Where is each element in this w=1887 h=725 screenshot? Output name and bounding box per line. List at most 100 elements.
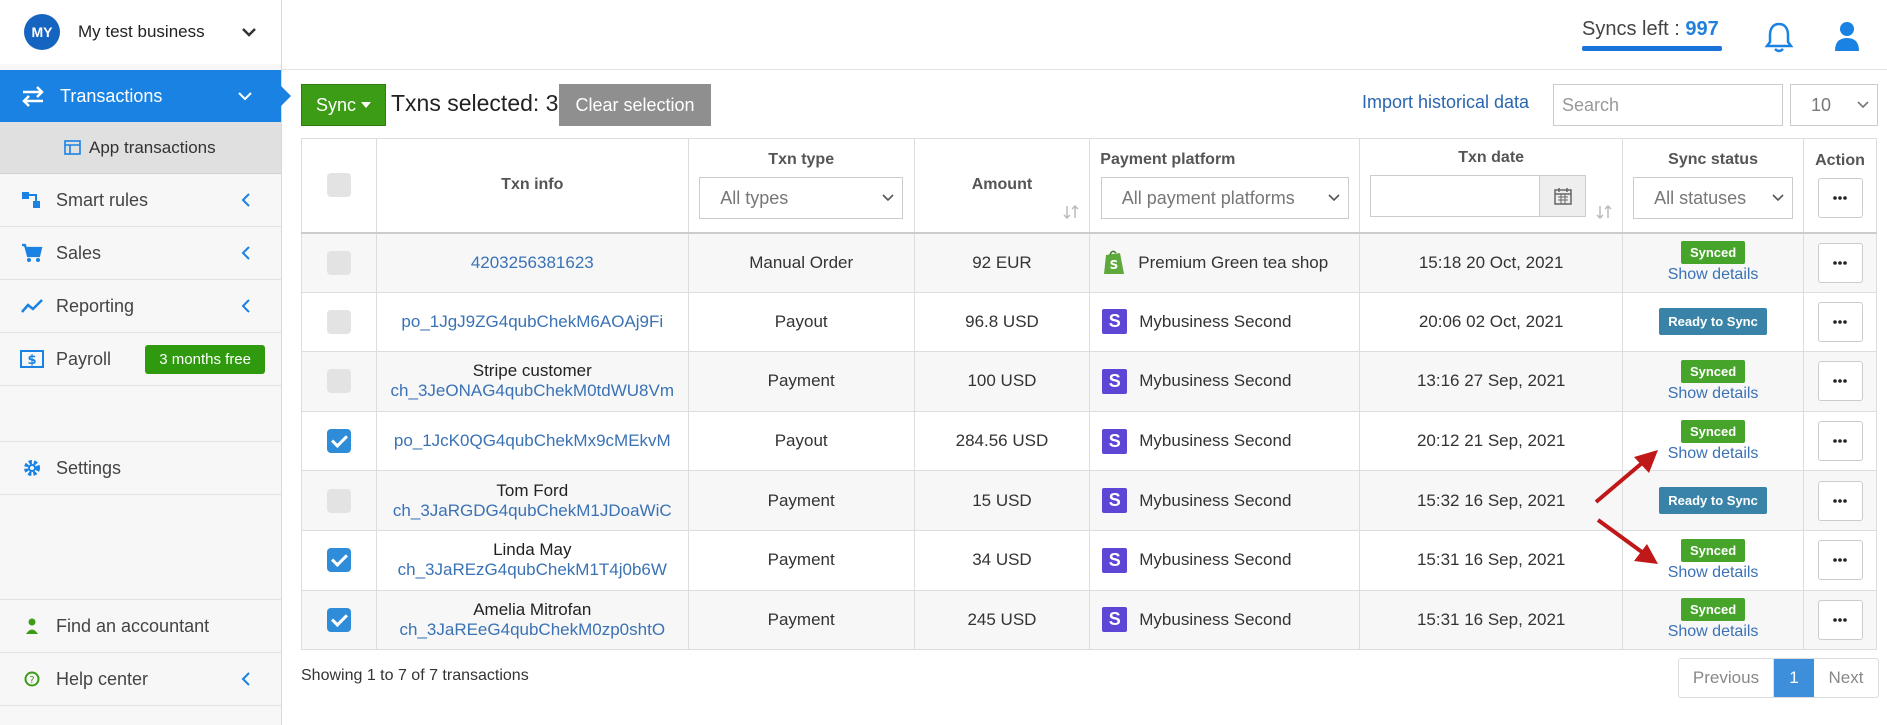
row-action-button[interactable]: [1817, 599, 1863, 640]
sidebar-item-label: Transactions: [60, 85, 163, 106]
sidebar-spacer: [0, 495, 281, 600]
row-select-cell: [301, 589, 377, 651]
stripe-icon: S: [1102, 428, 1128, 454]
platform-filter-select[interactable]: All payment platforms: [1100, 177, 1349, 220]
txn-type-cell: Payout: [687, 410, 915, 472]
page-size-select[interactable]: 10: [1790, 84, 1878, 126]
action-cell: [1803, 470, 1877, 531]
sidebar-item-transactions[interactable]: Transactions: [0, 70, 291, 122]
row-select-cell: [301, 410, 377, 472]
action-cell: [1803, 232, 1877, 293]
chevron-down-icon: [238, 92, 252, 101]
calendar-icon[interactable]: [1539, 176, 1586, 217]
customer-name: Amelia Mitrofan: [473, 599, 592, 619]
sidebar-item-help-center[interactable]: ? Help center: [0, 653, 281, 706]
row-action-button[interactable]: [1817, 361, 1863, 402]
type-filter-select[interactable]: All types: [699, 177, 904, 220]
table-row[interactable]: 4203256381623 Manual Order 92 EUR S Premium …: [301, 232, 1877, 293]
platform-name: Mybusiness Second: [1139, 609, 1292, 629]
stripe-icon: S: [1102, 607, 1128, 633]
status-cell: Synced Show details: [1622, 232, 1805, 293]
txn-id-link[interactable]: po_1JgJ9ZG4qubChekM6AOAj9Fi: [377, 312, 688, 332]
txn-id-link[interactable]: ch_3JaRGDG4qubChekM1JDoaWiC: [377, 501, 688, 521]
chart-line-icon: [20, 298, 44, 314]
status-filter-select[interactable]: All statuses: [1633, 177, 1794, 220]
bell-icon[interactable]: [1764, 20, 1794, 54]
platform-cell: S Mybusiness Second: [1089, 410, 1361, 472]
sort-icon[interactable]: [1063, 204, 1079, 220]
sidebar-spacer: [0, 386, 281, 442]
clear-selection-button[interactable]: Clear selection: [559, 84, 711, 126]
row-checkbox[interactable]: [326, 309, 351, 334]
sidebar-item-reporting[interactable]: Reporting: [0, 280, 281, 333]
status-badge: Synced: [1680, 419, 1746, 443]
status-badge: Synced: [1680, 359, 1746, 383]
date-input[interactable]: [1371, 176, 1539, 216]
sidebar-item-sales[interactable]: Sales: [0, 227, 281, 280]
business-switcher[interactable]: MY My test business: [0, 0, 281, 64]
sidebar-item-smart-rules[interactable]: Smart rules: [0, 174, 281, 227]
user-icon[interactable]: [1834, 20, 1860, 52]
table-row[interactable]: po_1JgJ9ZG4qubChekM6AOAj9Fi Payout 96.8 US…: [301, 291, 1877, 353]
more-icon: [1833, 260, 1847, 265]
customer-name: Stripe customer: [472, 361, 592, 381]
sidebar-item-payroll[interactable]: $ Payroll 3 months free: [0, 333, 281, 386]
row-action-button[interactable]: [1817, 480, 1863, 521]
more-icon: [1833, 439, 1847, 443]
promo-badge[interactable]: 3 months free: [145, 344, 265, 374]
bulk-action-button[interactable]: [1817, 178, 1863, 219]
status-badge: Synced: [1680, 241, 1746, 265]
txn-id-link[interactable]: po_1JcK0QG4qubChekMx9cMEkvM: [377, 431, 688, 451]
header-amount[interactable]: Amount: [913, 138, 1091, 233]
header-platform: Payment platform All payment platforms: [1089, 138, 1361, 233]
page-1-button[interactable]: 1: [1774, 659, 1814, 697]
platform-cell: S Mybusiness Second: [1089, 529, 1361, 591]
shopify-icon: S: [1104, 250, 1125, 275]
import-historical-link[interactable]: Import historical data: [1362, 92, 1529, 113]
row-checkbox[interactable]: [326, 548, 351, 573]
show-details-link[interactable]: Show details: [1623, 266, 1803, 284]
next-page-button[interactable]: Next: [1814, 659, 1878, 697]
txn-id-link[interactable]: 4203256381623: [377, 253, 688, 273]
date-cell: 15:31 16 Sep, 2021: [1359, 529, 1624, 591]
row-checkbox[interactable]: [326, 369, 351, 394]
date-filter[interactable]: [1370, 175, 1587, 218]
header-label: Txn info: [501, 176, 564, 194]
row-checkbox[interactable]: [326, 429, 351, 454]
txn-id-link[interactable]: ch_3JeONAG4qubChekM0tdWU8Vm: [377, 381, 688, 401]
txn-id-link[interactable]: ch_3JaREeG4qubChekM0zp0shtO: [377, 620, 688, 640]
row-checkbox[interactable]: [326, 607, 351, 632]
business-name: My test business: [78, 22, 205, 41]
sidebar-item-settings[interactable]: Settings: [0, 442, 281, 495]
sidebar-item-find-accountant[interactable]: Find an accountant: [0, 600, 281, 653]
table-row[interactable]: Stripe customer ch_3JeONAG4qubChekM0tdWU8…: [301, 351, 1877, 412]
txn-id-link[interactable]: ch_3JaREzG4qubChekM1T4j0b6W: [377, 560, 688, 580]
row-action-button[interactable]: [1817, 540, 1863, 581]
platform-cell: S Mybusiness Second: [1089, 291, 1361, 353]
row-checkbox[interactable]: [326, 488, 351, 513]
sync-button[interactable]: Sync: [301, 84, 386, 126]
stripe-icon: S: [1102, 309, 1128, 335]
row-checkbox[interactable]: [326, 250, 351, 275]
amount-cell: 284.56 USD: [913, 410, 1091, 472]
table-row[interactable]: Amelia Mitrofan ch_3JaREeG4qubChekM0zp0sh…: [301, 589, 1877, 651]
header-label: Txn date: [1458, 149, 1525, 167]
row-action-button[interactable]: [1817, 301, 1863, 342]
select-all-checkbox[interactable]: [326, 173, 351, 198]
show-details-link[interactable]: Show details: [1623, 623, 1803, 641]
search-input[interactable]: [1553, 84, 1783, 126]
cart-icon: [20, 243, 44, 263]
main-content: Sync Txns selected: 3 Clear selection Im…: [301, 84, 1879, 698]
help-icon: ?: [20, 671, 44, 687]
sync-label: Sync: [315, 94, 356, 115]
amount-cell: 100 USD: [913, 351, 1091, 412]
show-details-link[interactable]: Show details: [1623, 385, 1803, 403]
header-date: Txn date: [1359, 138, 1624, 233]
row-action-button[interactable]: [1817, 242, 1863, 283]
row-action-button[interactable]: [1817, 421, 1863, 462]
sidebar-item-app-transactions[interactable]: App transactions: [0, 122, 281, 174]
previous-page-button[interactable]: Previous: [1679, 659, 1774, 697]
amount-cell: 245 USD: [913, 589, 1091, 651]
gear-icon: [20, 458, 44, 478]
sort-icon[interactable]: [1596, 204, 1612, 220]
